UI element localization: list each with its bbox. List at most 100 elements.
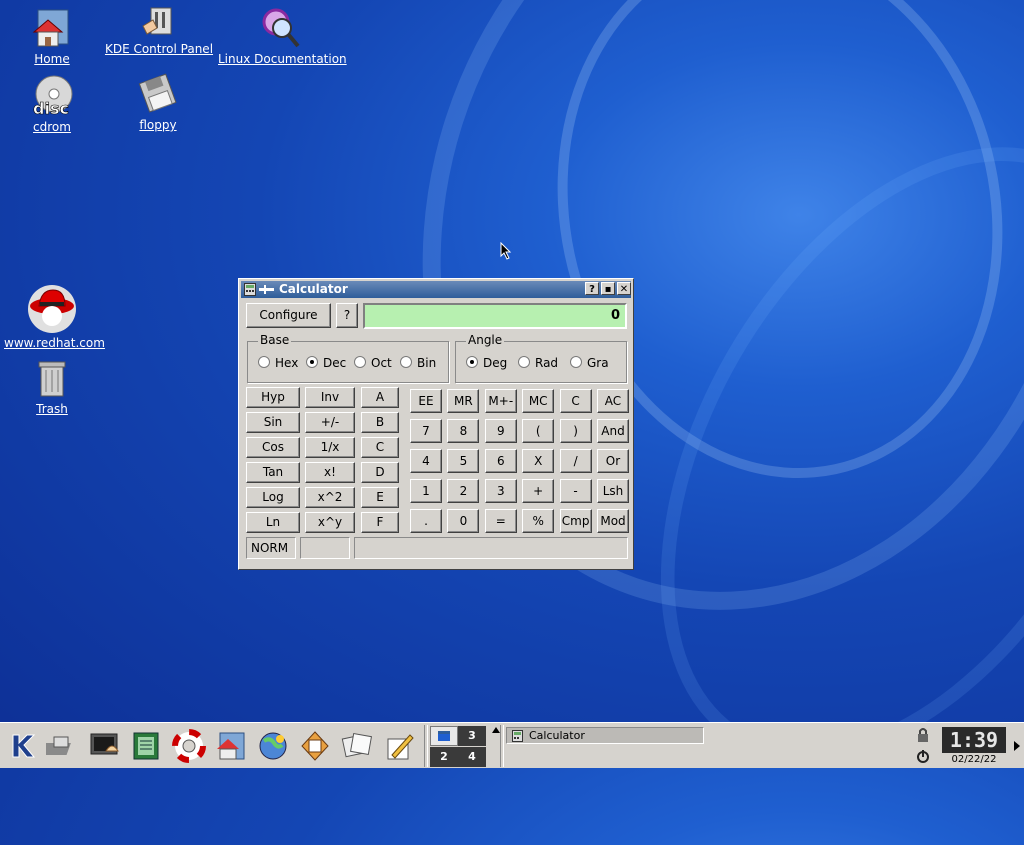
configure-button[interactable]: Configure <box>246 303 331 328</box>
desktop-icon-kde-control-panel[interactable]: KDE Control Panel <box>104 4 214 56</box>
key-mod[interactable]: Mod <box>597 509 629 533</box>
key-f[interactable]: F <box>361 512 399 533</box>
radio-label: Deg <box>483 356 508 370</box>
key-symbol[interactable]: % <box>522 509 555 533</box>
radio-bin[interactable]: Bin <box>400 356 436 370</box>
web-browser-icon[interactable] <box>256 729 290 763</box>
key-d[interactable]: D <box>361 462 399 483</box>
key-hyp[interactable]: Hyp <box>246 387 300 408</box>
radio-deg[interactable]: Deg <box>466 356 507 370</box>
key-x[interactable]: X <box>522 449 555 473</box>
help-title-button[interactable]: ? <box>585 282 599 295</box>
key-and[interactable]: And <box>597 419 629 443</box>
clock-time[interactable]: 1:39 <box>942 727 1006 753</box>
taskbar-separator <box>500 725 504 767</box>
close-button[interactable]: ✕ <box>617 282 631 295</box>
key-0[interactable]: 0 <box>447 509 480 533</box>
radio-hex[interactable]: Hex <box>258 356 298 370</box>
lock-screen-icon[interactable] <box>916 727 930 743</box>
key-ee[interactable]: EE <box>410 389 442 413</box>
key-lsh[interactable]: Lsh <box>597 479 629 503</box>
desktop-icon-floppy[interactable]: floppy <box>128 72 188 132</box>
key-ac[interactable]: AC <box>597 389 629 413</box>
key-9[interactable]: 9 <box>484 419 517 443</box>
minimize-button[interactable]: ▪ <box>601 282 615 295</box>
key-3[interactable]: 3 <box>484 479 517 503</box>
key-x[interactable]: x! <box>305 462 355 483</box>
radio-dec[interactable]: Dec <box>306 356 346 370</box>
help-button[interactable]: ? <box>336 303 358 328</box>
key-cos[interactable]: Cos <box>246 437 300 458</box>
terminal-icon[interactable] <box>88 729 122 763</box>
key-e[interactable]: E <box>361 487 399 508</box>
key-1-x[interactable]: 1/x <box>305 437 355 458</box>
key-6[interactable]: 6 <box>484 449 517 473</box>
key-5[interactable]: 5 <box>447 449 480 473</box>
radio-indicator <box>570 356 582 368</box>
pager-desktop-4[interactable]: 4 <box>458 747 486 767</box>
image-viewer-icon[interactable] <box>340 729 374 763</box>
task-label: Calculator <box>529 729 585 742</box>
key-symbol[interactable]: ) <box>559 419 592 443</box>
pager-desktop-1[interactable] <box>430 726 458 746</box>
key-x-2[interactable]: x^2 <box>305 487 355 508</box>
key-4[interactable]: 4 <box>410 449 442 473</box>
key-symbol[interactable]: . <box>410 509 442 533</box>
calculator-titlebar[interactable]: Calculator ? ▪ ✕ <box>241 281 631 298</box>
key-inv[interactable]: Inv <box>305 387 355 408</box>
office-suite-icon[interactable] <box>298 729 332 763</box>
desktop-icon-trash[interactable]: Trash <box>22 356 82 416</box>
desktop-icon-cdrom[interactable]: disc cdrom <box>22 74 82 134</box>
key-c[interactable]: C <box>559 389 592 413</box>
home-folder-icon[interactable] <box>214 729 248 763</box>
taskbar-task-calculator[interactable]: Calculator <box>506 727 704 744</box>
trash-icon <box>30 356 74 400</box>
key-1[interactable]: 1 <box>410 479 442 503</box>
key-symbol[interactable]: + <box>522 479 555 503</box>
radio-rad[interactable]: Rad <box>518 356 558 370</box>
radio-label: Oct <box>371 356 392 370</box>
key-b[interactable]: B <box>361 412 399 433</box>
sticky-pin-icon[interactable] <box>259 284 275 295</box>
active-window-icon <box>438 731 450 741</box>
taskbar-scroll-up-icon[interactable] <box>492 727 500 733</box>
calculator-app-icon[interactable] <box>244 283 256 296</box>
key-mc[interactable]: MC <box>522 389 555 413</box>
key-m[interactable]: M+- <box>484 389 517 413</box>
key-ln[interactable]: Ln <box>246 512 300 533</box>
pager-desktop-3[interactable]: 3 <box>458 726 486 746</box>
radio-label: Rad <box>535 356 559 370</box>
desktop-icon-redhat[interactable]: www.redhat.com <box>4 284 105 350</box>
text-editor-icon[interactable] <box>382 729 416 763</box>
system-monitor-icon[interactable] <box>130 729 164 763</box>
pager-desktop-2[interactable]: 2 <box>430 747 458 767</box>
key-2[interactable]: 2 <box>447 479 480 503</box>
desktop-icon-linux-documentation[interactable]: Linux Documentation <box>218 6 347 66</box>
key-[interactable]: +/- <box>305 412 355 433</box>
help-lifebuoy-icon[interactable] <box>172 729 206 763</box>
desktop-icon-label: Home <box>34 52 70 66</box>
key-log[interactable]: Log <box>246 487 300 508</box>
key-cmp[interactable]: Cmp <box>559 509 592 533</box>
panel-hide-arrow-icon[interactable] <box>1014 741 1020 751</box>
key-tan[interactable]: Tan <box>246 462 300 483</box>
key-symbol[interactable]: - <box>559 479 592 503</box>
key-mr[interactable]: MR <box>447 389 480 413</box>
key-sin[interactable]: Sin <box>246 412 300 433</box>
key-symbol[interactable]: = <box>484 509 517 533</box>
key-7[interactable]: 7 <box>410 419 442 443</box>
desktop-icon-home[interactable]: Home <box>22 6 82 66</box>
radio-oct[interactable]: Oct <box>354 356 392 370</box>
key-x-y[interactable]: x^y <box>305 512 355 533</box>
key-a[interactable]: A <box>361 387 399 408</box>
show-desktop-icon[interactable] <box>46 729 80 763</box>
key-or[interactable]: Or <box>597 449 629 473</box>
key-8[interactable]: 8 <box>447 419 480 443</box>
key-symbol[interactable]: ( <box>522 419 555 443</box>
key-symbol[interactable]: / <box>559 449 592 473</box>
logout-power-icon[interactable] <box>916 748 930 764</box>
radio-gra[interactable]: Gra <box>570 356 609 370</box>
key-c[interactable]: C <box>361 437 399 458</box>
kde-menu-icon[interactable] <box>6 729 40 763</box>
radio-label: Hex <box>275 356 299 370</box>
